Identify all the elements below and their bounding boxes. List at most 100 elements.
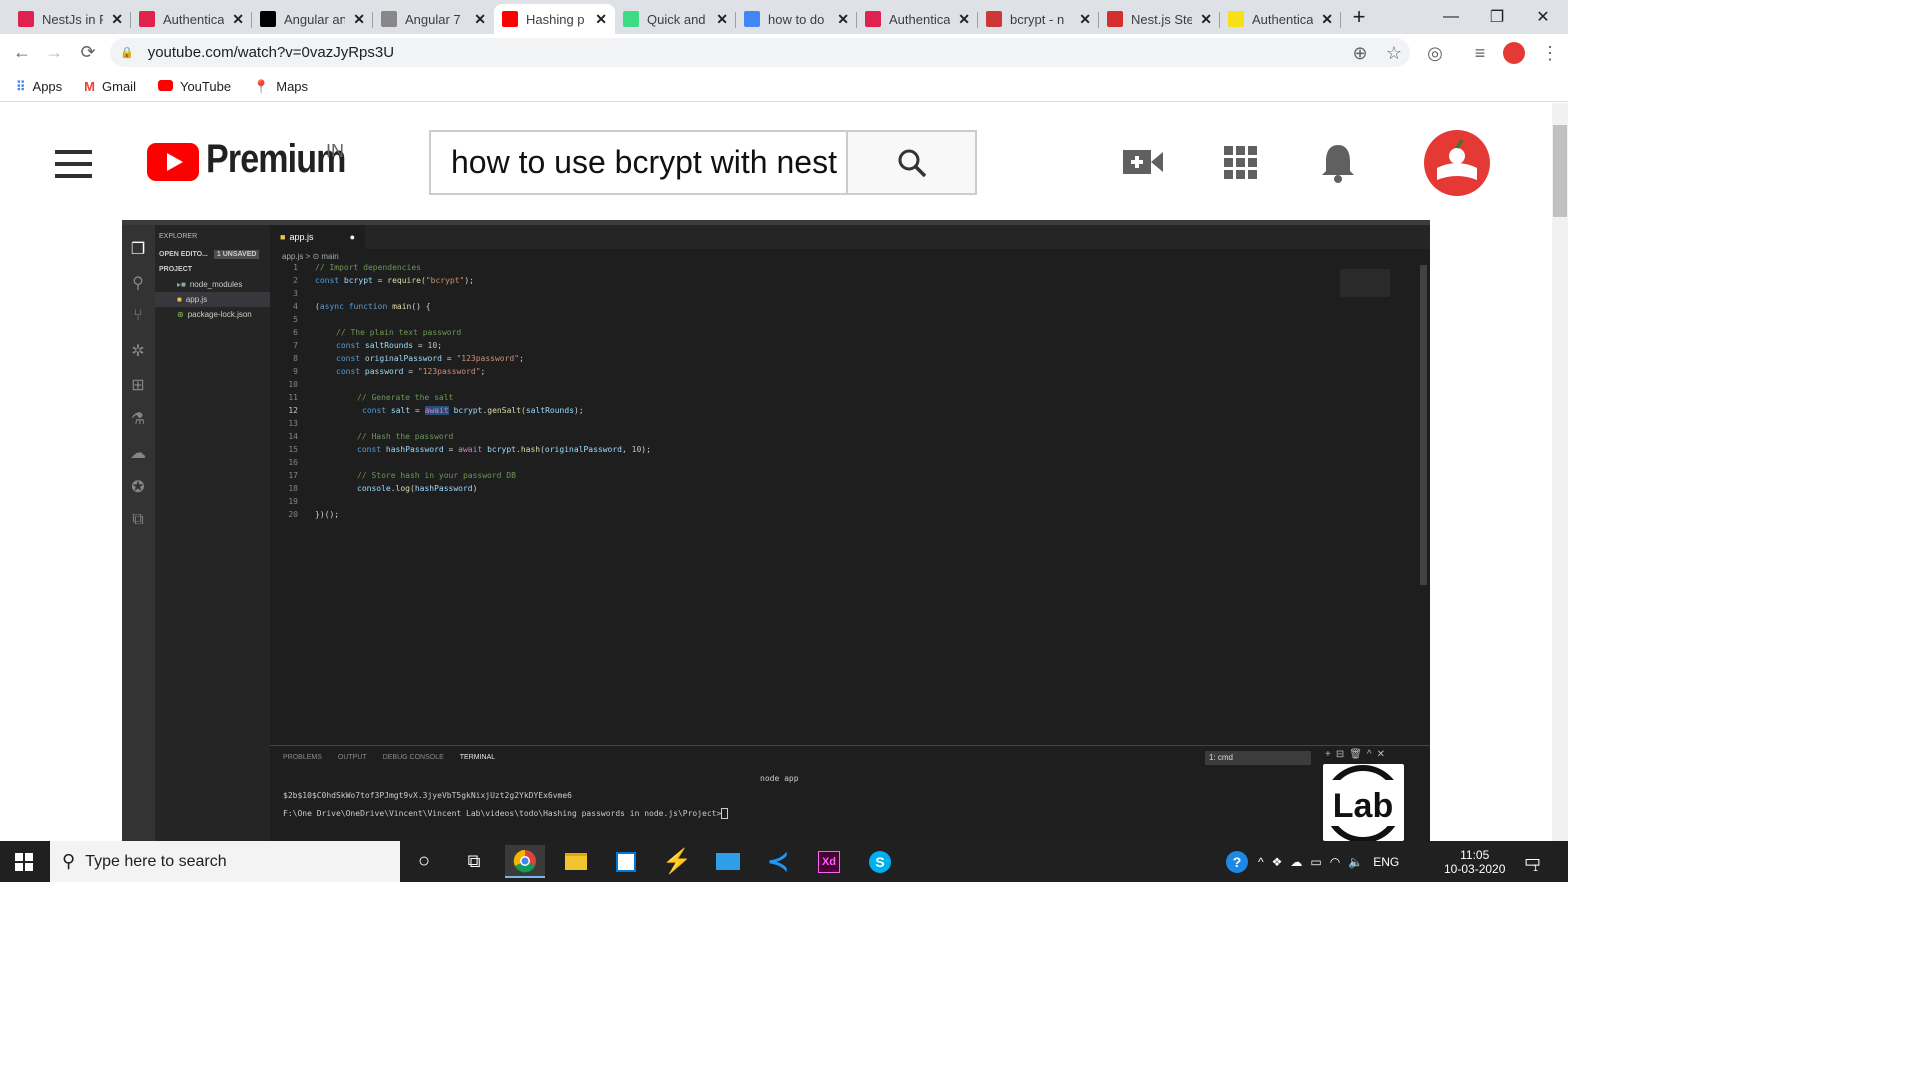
code-editor[interactable]: ■ app.js ● app.js > ⊙ main 1 2 3 4 5 6 7 8 9 10 11… <box>270 225 1430 745</box>
clock[interactable]: 11:05 10-03-2020 <box>1444 841 1505 882</box>
browser-tab[interactable]: Angular an ✕ <box>252 4 373 34</box>
files-icon[interactable]: ❐ <box>128 239 148 259</box>
browser-tab[interactable]: Authentica ✕ <box>857 4 978 34</box>
chrome-menu-icon[interactable]: ⋮ <box>1536 39 1564 67</box>
youtube-logo-icon[interactable] <box>147 143 199 181</box>
zoom-icon[interactable]: ⊕ <box>1346 39 1374 67</box>
unsaved-dot-icon[interactable]: ● <box>350 232 355 242</box>
mail-icon[interactable] <box>708 845 748 878</box>
browser-tab[interactable]: Quick and ✕ <box>615 4 736 34</box>
browser-tab[interactable]: NestJs in F ✕ <box>10 4 131 34</box>
close-tab-icon[interactable]: ✕ <box>111 11 123 28</box>
vscode-taskbar-icon[interactable]: ≺ <box>758 845 798 878</box>
adobe-xd-icon[interactable]: Xd <box>809 845 849 878</box>
file-app-js[interactable]: ■ app.js <box>155 292 270 307</box>
terminal-select[interactable]: 1: cmd <box>1205 751 1311 765</box>
volume-icon[interactable]: 🔈 <box>1348 855 1363 869</box>
browser-tab[interactable]: bcrypt - n ✕ <box>978 4 1099 34</box>
help-icon[interactable]: ? <box>1226 850 1248 873</box>
extension-icon[interactable]: ◎ <box>1421 39 1449 67</box>
bookmark-star-icon[interactable]: ☆ <box>1380 39 1408 67</box>
editor-tab-app-js[interactable]: ■ app.js ● <box>270 225 365 249</box>
language-indicator[interactable]: ENG <box>1373 855 1399 869</box>
start-button[interactable] <box>4 845 44 878</box>
file-node-modules[interactable]: ▸■ node_modules <box>155 277 270 292</box>
tab-debug-console[interactable]: DEBUG CONSOLE <box>383 754 444 761</box>
bookmark-maps[interactable]: 📍 Maps <box>253 79 308 95</box>
profile-avatar[interactable] <box>1500 39 1528 67</box>
dropbox-icon[interactable]: ❖ <box>1272 855 1283 869</box>
bookmark-apps[interactable]: ⠿ Apps <box>16 79 62 95</box>
browser-tab[interactable]: Angular 7 ✕ <box>373 4 494 34</box>
browser-tab[interactable]: Nest.js Ste ✕ <box>1099 4 1220 34</box>
extensions-icon[interactable]: ⊞ <box>128 375 148 395</box>
close-tab-icon[interactable]: ✕ <box>353 11 365 28</box>
close-window-button[interactable]: ✕ <box>1520 0 1566 34</box>
editor-scrollbar[interactable] <box>1420 265 1427 585</box>
project-section[interactable]: PROJECT <box>155 262 270 277</box>
close-tab-icon[interactable]: ✕ <box>232 11 244 28</box>
close-tab-icon[interactable]: ✕ <box>716 11 728 28</box>
apps-grid-icon[interactable] <box>1224 146 1258 180</box>
back-icon[interactable]: ← <box>8 38 36 66</box>
chrome-taskbar-icon[interactable] <box>505 845 545 878</box>
browser-tab[interactable]: Authentica ✕ <box>1220 4 1341 34</box>
task-view-icon[interactable]: ⧉ <box>454 845 494 878</box>
page-scrollbar[interactable] <box>1552 103 1568 841</box>
battery-icon[interactable]: ▭ <box>1310 855 1321 869</box>
create-video-icon[interactable] <box>1123 148 1163 176</box>
menu-icon[interactable] <box>55 150 92 186</box>
browser-tab[interactable]: Hashing p ✕ <box>494 4 615 34</box>
remote-icon[interactable]: ⧉ <box>128 511 148 531</box>
close-tab-icon[interactable]: ✕ <box>595 11 607 28</box>
close-tab-icon[interactable]: ✕ <box>837 11 849 28</box>
docker-icon[interactable]: ☁ <box>128 443 148 463</box>
restore-button[interactable]: ❐ <box>1474 0 1520 34</box>
tab-problems[interactable]: PROBLEMS <box>283 754 322 761</box>
bookmark-youtube[interactable]: YouTube <box>157 79 231 94</box>
premium-logo-text[interactable]: Premium <box>206 137 346 182</box>
file-explorer-icon[interactable] <box>556 845 596 878</box>
tab-output[interactable]: OUTPUT <box>338 754 367 761</box>
media-control-icon[interactable]: ≡ <box>1466 39 1494 67</box>
breadcrumb[interactable]: app.js > ⊙ main <box>270 249 1430 263</box>
debug-icon[interactable]: ✲ <box>128 341 148 361</box>
source-control-icon[interactable]: ⑂ <box>128 307 148 327</box>
search-input[interactable]: how to use bcrypt with nest <box>429 130 847 195</box>
url-field[interactable]: 🔒 youtube.com/watch?v=0vazJyRps3U <box>110 38 1410 67</box>
azure-data-icon[interactable]: ⚡ <box>657 845 697 878</box>
action-center[interactable]: ▭ 1 <box>1524 841 1541 882</box>
wifi-icon[interactable]: ◠ <box>1330 855 1340 869</box>
skype-icon[interactable]: S <box>860 845 900 878</box>
close-tab-icon[interactable]: ✕ <box>958 11 970 28</box>
kubernetes-icon[interactable]: ✪ <box>128 477 148 497</box>
test-icon[interactable]: ⚗ <box>128 409 148 429</box>
new-tab-button[interactable]: + <box>1336 0 1382 34</box>
channel-watermark[interactable]: Lab <box>1323 764 1404 843</box>
search-icon[interactable]: ⚲ <box>128 273 148 293</box>
forward-icon[interactable]: → <box>40 38 68 66</box>
file-package-lock[interactable]: ⊛ package-lock.json <box>155 307 270 322</box>
close-tab-icon[interactable]: ✕ <box>1321 11 1333 28</box>
store-icon[interactable] <box>606 845 646 878</box>
close-tab-icon[interactable]: ✕ <box>474 11 486 28</box>
notifications-bell-icon[interactable] <box>1320 143 1356 183</box>
minimize-button[interactable]: — <box>1428 0 1474 34</box>
open-editors-section[interactable]: OPEN EDITO... 1 UNSAVED <box>155 247 270 262</box>
browser-tab[interactable]: how to do ✕ <box>736 4 857 34</box>
bookmark-gmail[interactable]: M Gmail <box>84 79 136 94</box>
taskbar-search[interactable]: ⚲ Type here to search <box>50 841 400 882</box>
browser-tab[interactable]: Authentica ✕ <box>131 4 252 34</box>
terminal-actions[interactable]: +⊟🗑^✕ <box>1325 749 1390 760</box>
account-avatar[interactable] <box>1424 130 1490 196</box>
minimap[interactable] <box>1340 269 1390 297</box>
close-tab-icon[interactable]: ✕ <box>1200 11 1212 28</box>
chevron-up-icon[interactable]: ^ <box>1258 855 1264 869</box>
reload-icon[interactable]: ⟳ <box>74 38 102 66</box>
cortana-icon[interactable]: ○ <box>404 845 444 878</box>
close-tab-icon[interactable]: ✕ <box>1079 11 1091 28</box>
onedrive-icon[interactable]: ☁ <box>1290 855 1302 869</box>
video-player[interactable]: ❐ ⚲ ⑂ ✲ ⊞ ⚗ ☁ ✪ ⧉ EXPLORER OPEN EDITO...… <box>122 220 1430 841</box>
search-button[interactable] <box>846 130 977 195</box>
tab-terminal[interactable]: TERMINAL <box>460 754 495 761</box>
